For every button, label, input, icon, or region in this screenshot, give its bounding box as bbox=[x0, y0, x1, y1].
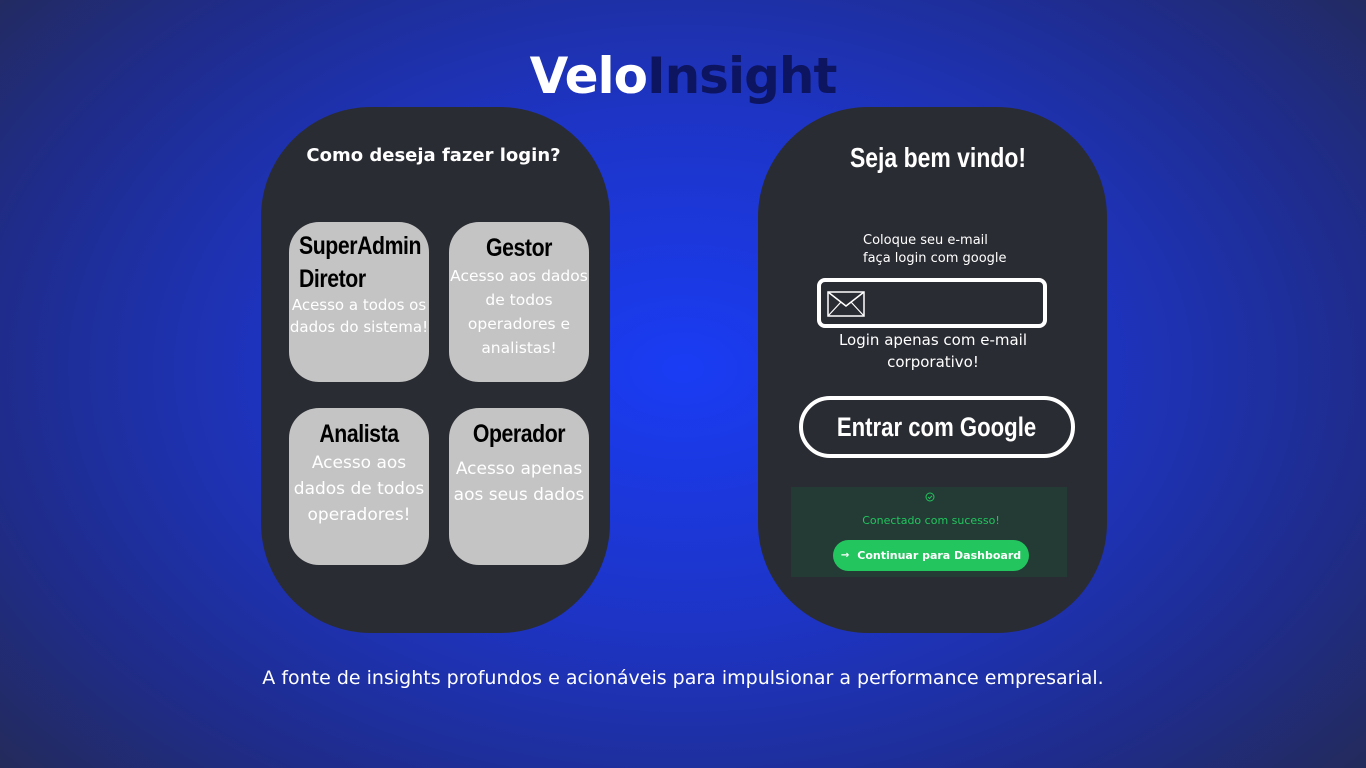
logo-part-velo: Velo bbox=[529, 47, 648, 105]
mail-icon bbox=[827, 291, 865, 317]
card-description: Acesso apenas aos seus dados bbox=[453, 459, 585, 505]
logo-part-insight: Insight bbox=[646, 47, 837, 105]
continue-dashboard-label: Continuar para Dashboard bbox=[857, 549, 1022, 562]
card-title: Analista bbox=[319, 420, 399, 448]
continue-dashboard-button[interactable]: → Continuar para Dashboard bbox=[833, 540, 1029, 571]
email-field[interactable] bbox=[817, 278, 1047, 328]
logo: VeloInsight bbox=[0, 46, 1366, 106]
corporate-email-note: Login apenas com e-mail corporativo! bbox=[838, 331, 1028, 371]
login-type-title: Como deseja fazer login? bbox=[306, 145, 561, 166]
google-login-label: Entrar com Google bbox=[837, 411, 1037, 442]
login-card-superadmin[interactable]: SuperAdmin Diretor Acesso a todos os dad… bbox=[289, 222, 429, 382]
card-title: Operador bbox=[472, 420, 566, 448]
welcome-title: Seja bem vindo! bbox=[849, 142, 1027, 173]
login-card-analista[interactable]: Analista Acesso aos dados de todos opera… bbox=[289, 408, 429, 565]
arrow-right-icon: → bbox=[840, 550, 850, 561]
check-circle-icon bbox=[925, 492, 935, 502]
instruction-line-2: faça login com google bbox=[863, 251, 1007, 266]
instruction-line-1: Coloque seu e-mail bbox=[863, 233, 988, 248]
google-login-button[interactable]: Entrar com Google bbox=[799, 396, 1075, 458]
success-text: Conectado com sucesso! bbox=[862, 514, 1000, 527]
login-panel: Seja bem vindo! Coloque seu e-mail faça … bbox=[758, 107, 1107, 633]
card-title: Gestor bbox=[486, 234, 552, 262]
email-input[interactable] bbox=[873, 288, 1042, 320]
login-card-gestor[interactable]: Gestor Acesso aos dados de todos operado… bbox=[449, 222, 589, 382]
login-type-panel: Como deseja fazer login? SuperAdmin Dire… bbox=[261, 107, 610, 633]
card-description: Acesso aos dados de todos operadores e a… bbox=[450, 267, 588, 357]
card-description: Acesso a todos os dados do sistema! bbox=[289, 296, 429, 336]
card-description: Acesso aos dados de todos operadores! bbox=[293, 453, 425, 525]
card-title-line-1: SuperAdmin bbox=[299, 232, 422, 260]
login-card-operador[interactable]: Operador Acesso apenas aos seus dados bbox=[449, 408, 589, 565]
email-instructions: Coloque seu e-mail faça login com google bbox=[863, 232, 1007, 268]
card-title-line-2: Diretor bbox=[299, 265, 366, 293]
tagline: A fonte de insights profundos e acionáve… bbox=[262, 667, 1104, 689]
success-message-box: Conectado com sucesso! → Continuar para … bbox=[791, 487, 1067, 577]
